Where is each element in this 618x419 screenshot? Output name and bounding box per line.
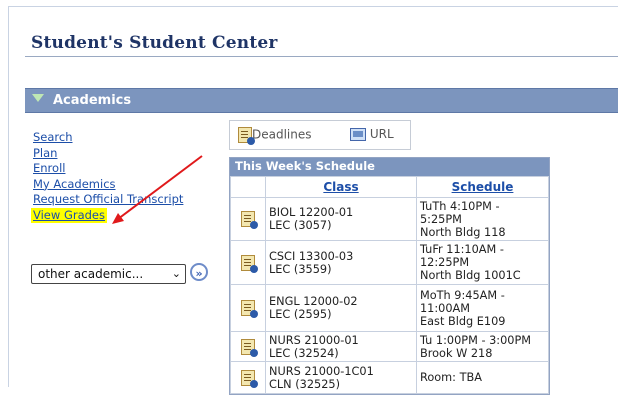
- class-name: NURS 21000-01: [269, 333, 359, 347]
- class-section: LEC (3559): [269, 262, 332, 276]
- search-link[interactable]: Search: [33, 130, 183, 146]
- calendar-info-icon[interactable]: [241, 369, 258, 388]
- class-name: BIOL 12200-01: [269, 206, 354, 219]
- other-academic-select[interactable]: other academic... ⌄: [31, 264, 186, 284]
- class-name: ENGL 12000-02: [269, 295, 358, 308]
- meeting-location: North Bldg 1001C: [420, 269, 521, 282]
- class-name: CSCI 13300-03: [269, 249, 354, 263]
- class-section: LEC (2595): [269, 308, 332, 321]
- meeting-location: North Bldg 118: [420, 225, 506, 239]
- page-title: Student's Student Center: [31, 33, 278, 53]
- academics-section-header[interactable]: Academics: [25, 88, 618, 113]
- view-grades-link[interactable]: View Grades: [31, 207, 107, 223]
- table-row: NURS 21000-01 LEC (32524) Tu 1:00PM - 3:0…: [230, 331, 549, 362]
- meeting-location: East Bldg E109: [420, 314, 506, 328]
- plan-link[interactable]: Plan: [33, 146, 183, 162]
- meeting-time: TuTh 4:10PM -: [420, 199, 500, 213]
- url-button[interactable]: URL: [350, 127, 394, 141]
- meeting-location: Brook W 218: [420, 346, 493, 360]
- enroll-link[interactable]: Enroll: [33, 161, 183, 177]
- meeting-time-end: 5:25PM: [420, 212, 462, 226]
- table-row: BIOL 12200-01 LEC (3057) TuTh 4:10PM -5:2…: [230, 197, 549, 241]
- chevron-down-icon: ⌄: [171, 267, 181, 280]
- calendar-info-icon[interactable]: [241, 338, 258, 357]
- url-icon: [350, 128, 366, 141]
- select-value: other academic...: [38, 267, 144, 281]
- meeting-time: TuFr 11:10AM -: [420, 243, 504, 256]
- academic-links: Search Plan Enroll My Academics Request …: [31, 130, 183, 223]
- schedule-toolbar: Deadlines URL: [229, 120, 411, 150]
- meeting-time-end: 12:25PM: [420, 256, 470, 269]
- schedule-column-header[interactable]: Schedule: [416, 176, 549, 198]
- url-label: URL: [369, 127, 394, 141]
- section-title: Academics: [53, 93, 132, 108]
- schedule-title: This Week's Schedule: [230, 158, 549, 176]
- weekly-schedule: This Week's Schedule Class Schedule BIOL…: [229, 157, 550, 395]
- go-button[interactable]: »: [190, 263, 208, 281]
- class-section: LEC (32524): [269, 346, 339, 360]
- calendar-info-icon[interactable]: [241, 254, 258, 273]
- calendar-info-icon[interactable]: [241, 300, 258, 318]
- meeting-time: MoTh 9:45AM -: [420, 288, 505, 302]
- table-row: ENGL 12000-02 LEC (2595) MoTh 9:45AM -11:…: [230, 284, 549, 332]
- class-column-header[interactable]: Class: [265, 176, 417, 198]
- request-transcript-link[interactable]: Request Official Transcript: [33, 192, 183, 208]
- my-academics-link[interactable]: My Academics: [33, 177, 183, 193]
- empty-header: [230, 176, 266, 198]
- meeting-time: Tu 1:00PM - 3:00PM: [420, 333, 532, 347]
- deadlines-button[interactable]: Deadlines: [238, 127, 312, 145]
- calendar-info-icon[interactable]: [241, 211, 258, 229]
- meeting-time-end: 11:00AM: [420, 301, 471, 315]
- collapse-triangle-icon[interactable]: [32, 94, 44, 102]
- class-section: LEC (3057): [269, 219, 332, 232]
- meeting-location: Room: TBA: [420, 371, 482, 384]
- class-name: NURS 21000-1C01: [269, 364, 374, 378]
- title-divider: [25, 56, 618, 57]
- table-row: CSCI 13300-03 LEC (3559) TuFr 11:10AM -12…: [230, 240, 549, 285]
- deadlines-label: Deadlines: [252, 127, 312, 142]
- calendar-info-icon: [238, 127, 255, 145]
- table-row: NURS 21000-1C01 CLN (32525) Room: TBA: [230, 361, 549, 394]
- class-section: CLN (32525): [269, 377, 340, 391]
- schedule-table: Class Schedule BIOL 12200-01 LEC (3057) T…: [230, 176, 549, 394]
